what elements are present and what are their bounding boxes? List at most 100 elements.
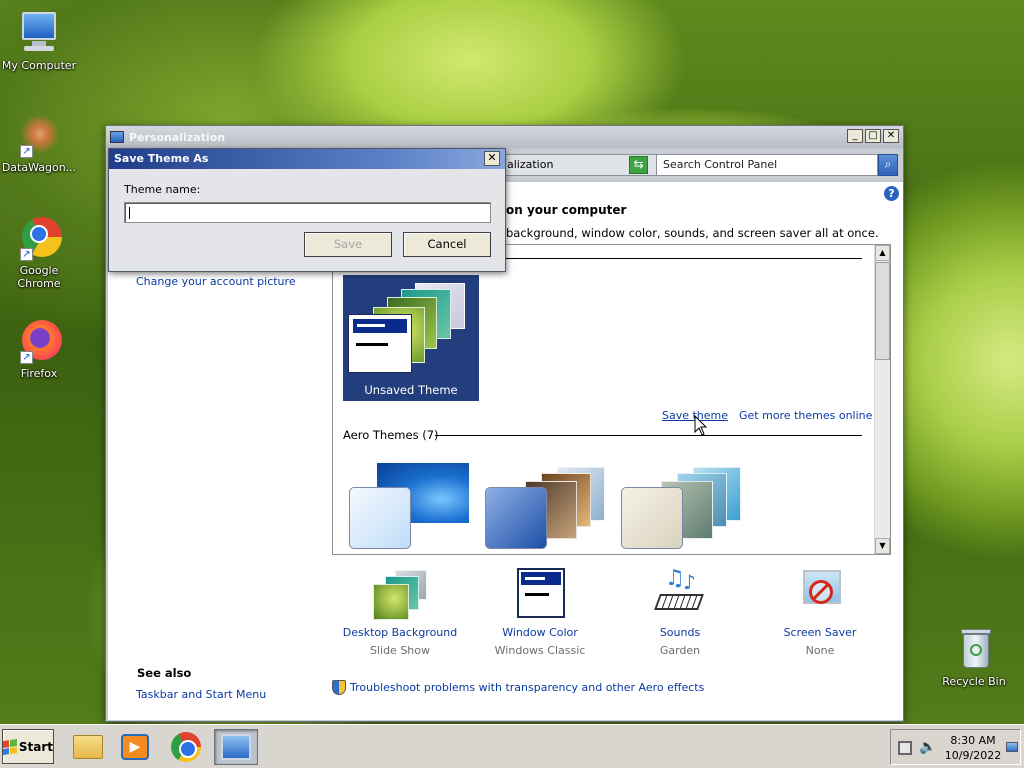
theme-name-label: Theme name: xyxy=(124,183,201,196)
window-title: Personalization xyxy=(129,130,226,144)
desktop-icon-firefox[interactable]: ↗ Firefox xyxy=(0,318,81,380)
desktop-icon-my-computer[interactable]: My Computer xyxy=(0,10,81,72)
taskbar-chrome[interactable] xyxy=(164,729,208,765)
theme-name-input[interactable] xyxy=(124,202,491,223)
sounds-setting[interactable]: ♫ ♪ Sounds Garden xyxy=(615,568,745,657)
desktop-icon-label: Recycle Bin xyxy=(942,675,1006,688)
screen-saver-icon xyxy=(791,568,849,620)
media-player-icon: ▶ xyxy=(121,734,149,760)
save-theme-dialog: Save Theme As ✕ Theme name: Save Cancel xyxy=(108,148,506,272)
desktop-background-label[interactable]: Desktop Background xyxy=(335,626,465,639)
troubleshoot-link[interactable]: Troubleshoot problems with transparency … xyxy=(350,681,704,694)
control-panel-icon xyxy=(221,734,251,760)
window-color-setting[interactable]: Window Color Windows Classic xyxy=(475,568,605,657)
chrome-icon xyxy=(171,732,201,762)
dialog-title[interactable]: Save Theme As xyxy=(109,149,505,169)
window-color-icon xyxy=(511,568,569,620)
search-input[interactable]: Search Control Panel xyxy=(656,154,878,176)
control-panel-icon xyxy=(110,131,124,143)
screen-saver-setting[interactable]: Screen Saver None xyxy=(755,568,885,657)
troubleshoot-link-row[interactable]: Troubleshoot problems with transparency … xyxy=(332,680,704,695)
desktop-icon-recycle-bin[interactable]: Recycle Bin xyxy=(932,626,1016,688)
window-color-label[interactable]: Window Color xyxy=(475,626,605,639)
screen-saver-value: None xyxy=(805,644,835,657)
shortcut-arrow-icon: ↗ xyxy=(20,248,33,261)
screen-saver-label[interactable]: Screen Saver xyxy=(755,626,885,639)
theme-characters[interactable] xyxy=(617,455,745,551)
start-button[interactable]: Start xyxy=(2,729,54,764)
theme-unsaved[interactable]: Unsaved Theme xyxy=(343,275,479,401)
aero-themes-heading: Aero Themes (7) xyxy=(343,428,439,442)
sounds-icon: ♫ ♪ xyxy=(651,568,709,620)
change-account-picture-link[interactable]: Change your account picture xyxy=(136,275,296,288)
vertical-scrollbar[interactable]: ▲ ▼ xyxy=(874,245,890,554)
folder-icon xyxy=(73,735,103,759)
refresh-button[interactable]: ⇆ xyxy=(629,156,648,174)
theme-list[interactable]: Unsaved Theme Save theme Get more themes… xyxy=(332,244,891,555)
my-computer-icon xyxy=(16,10,62,56)
address-text: alization xyxy=(507,158,554,171)
refresh-icon: ⇆ xyxy=(633,157,644,171)
help-icon[interactable]: ? xyxy=(884,186,899,201)
sounds-value: Garden xyxy=(659,644,701,657)
taskbar: Start ▶ 🔈 8:30 AM 10/9/2022 xyxy=(0,724,1024,768)
window-classic-preview xyxy=(349,315,411,372)
desktop-icon-label: My Computer xyxy=(1,59,77,72)
color-swatch xyxy=(485,487,547,549)
show-desktop-icon[interactable] xyxy=(1006,742,1018,752)
color-swatch xyxy=(621,487,683,549)
system-tray: 🔈 8:30 AM 10/9/2022 xyxy=(890,729,1021,765)
desktop-icon-label: Firefox xyxy=(20,367,58,380)
text-caret xyxy=(129,207,130,219)
maximize-button[interactable]: □ xyxy=(865,129,881,143)
theme-architecture[interactable] xyxy=(481,455,609,551)
cancel-button[interactable]: Cancel xyxy=(403,232,491,257)
divider xyxy=(435,435,862,436)
scroll-down-button[interactable]: ▼ xyxy=(875,538,890,554)
close-button[interactable]: ✕ xyxy=(883,129,899,143)
scroll-up-button[interactable]: ▲ xyxy=(875,245,890,261)
desktop-background-value: Slide Show xyxy=(369,644,431,657)
theme-name: Unsaved Theme xyxy=(364,383,458,397)
minimize-button[interactable]: _ xyxy=(847,129,863,143)
theme-windows-7[interactable] xyxy=(345,455,473,551)
desktop-background-icon xyxy=(371,568,429,620)
dialog-close-button[interactable]: ✕ xyxy=(484,151,500,166)
search-button[interactable]: ⌕ xyxy=(878,154,898,176)
start-label: Start xyxy=(18,739,53,754)
taskbar-start-menu-link[interactable]: Taskbar and Start Menu xyxy=(136,688,266,701)
desktop-icon-label: Google Chrome xyxy=(17,264,61,290)
clock-time: 8:30 AM xyxy=(950,734,996,747)
search-icon: ⌕ xyxy=(884,157,892,171)
window-color-value: Windows Classic xyxy=(494,644,586,657)
desktop-icon-label: DataWagon... xyxy=(1,161,77,174)
firefox-icon: ↗ xyxy=(16,318,62,364)
shortcut-arrow-icon: ↗ xyxy=(20,351,33,364)
chrome-icon: ↗ xyxy=(16,215,62,261)
sounds-label[interactable]: Sounds xyxy=(615,626,745,639)
see-also-heading: See also xyxy=(137,666,192,680)
windows-flag-icon xyxy=(3,738,17,755)
desktop-background-setting[interactable]: Desktop Background Slide Show xyxy=(335,568,465,657)
desktop-icon-datawagon[interactable]: ↗ DataWagon... xyxy=(0,112,81,174)
mouse-cursor-icon xyxy=(694,415,708,436)
taskbar-media-player[interactable]: ▶ xyxy=(113,729,157,765)
page-description: background, window color, sounds, and sc… xyxy=(506,226,879,240)
desktop-icon-chrome[interactable]: ↗ Google Chrome xyxy=(0,215,81,290)
get-more-themes-link[interactable]: Get more themes online xyxy=(739,409,872,422)
datawagon-icon: ↗ xyxy=(16,112,62,158)
volume-icon[interactable]: 🔈 xyxy=(919,739,936,755)
taskbar-explorer[interactable] xyxy=(66,729,110,765)
clock[interactable]: 8:30 AM 10/9/2022 xyxy=(941,733,1005,763)
color-swatch xyxy=(349,487,411,549)
save-button[interactable]: Save xyxy=(304,232,392,257)
recycle-bin-icon xyxy=(951,626,997,672)
shield-icon xyxy=(332,680,346,695)
clock-date: 10/9/2022 xyxy=(944,749,1002,762)
network-icon[interactable] xyxy=(898,741,912,755)
shortcut-arrow-icon: ↗ xyxy=(20,145,33,158)
scroll-thumb[interactable] xyxy=(875,262,890,360)
taskbar-control-panel[interactable] xyxy=(214,729,258,765)
page-heading: on your computer xyxy=(506,203,627,217)
window-titlebar[interactable]: Personalization xyxy=(106,126,903,148)
